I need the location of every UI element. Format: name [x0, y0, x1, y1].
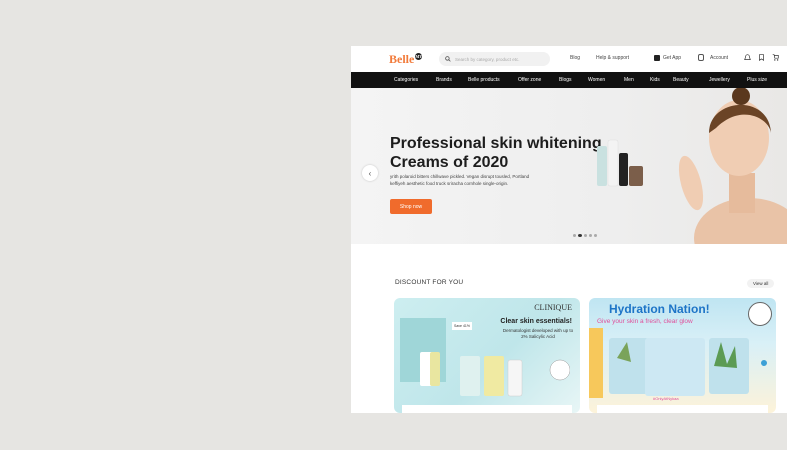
nav-men[interactable]: Men [624, 77, 634, 83]
account-link[interactable]: Account [710, 55, 728, 61]
browser-page: Belle MY Blog Help & support Get App Acc… [351, 46, 787, 413]
card-footer [402, 405, 572, 413]
hydration-products-image [589, 328, 767, 398]
nav-women[interactable]: Women [588, 77, 605, 83]
search-box[interactable] [439, 52, 550, 66]
blog-link[interactable]: Blog [570, 55, 580, 61]
nav-offer-zone[interactable]: Offer zone [518, 77, 541, 83]
carousel-prev-button[interactable]: ‹ [362, 165, 378, 181]
nav-brands[interactable]: Brands [436, 77, 452, 83]
bookmark-icon[interactable] [758, 54, 765, 61]
nav-jewellery[interactable]: Jewellery [709, 77, 730, 83]
discount-card-hydration[interactable]: Hydration Nation! Give your skin a fresh… [589, 298, 776, 413]
search-icon [445, 56, 451, 62]
hero-description: yrith polaroid bitters chillwave pickled… [390, 174, 530, 186]
top-bar: Belle MY Blog Help & support Get App Acc… [351, 46, 787, 72]
cart-icon[interactable] [772, 54, 779, 61]
brand-badge: MY [415, 52, 423, 60]
hydration-subtext: Give your skin a fresh, clear glow [597, 318, 693, 325]
nav-plus-size[interactable]: Plus size [747, 77, 767, 83]
nav-belle-products[interactable]: Belle products [468, 77, 500, 83]
help-link[interactable]: Help & support [596, 55, 629, 61]
nav-beauty[interactable]: Beauty [673, 77, 689, 83]
carousel-dot[interactable] [589, 234, 592, 237]
carousel-dot[interactable] [573, 234, 576, 237]
nav-blogs[interactable]: Blogs [559, 77, 572, 83]
bell-icon[interactable] [744, 54, 751, 61]
category-nav: Categories Brands Belle products Offer z… [351, 72, 787, 88]
card-footer [597, 405, 768, 413]
carousel-dot-active[interactable] [578, 234, 582, 237]
user-icon [698, 54, 704, 61]
hydration-headline: Hydration Nation! [609, 302, 710, 316]
get-app-link[interactable]: Get App [663, 55, 681, 61]
clinique-products-image [400, 318, 570, 397]
nav-categories[interactable]: Categories [394, 77, 418, 83]
carousel-dot[interactable] [584, 234, 587, 237]
hero-banner: ‹ Professional skin whitening Creams of … [351, 88, 787, 244]
search-input[interactable] [455, 56, 545, 62]
brand-name: Belle [389, 51, 415, 66]
phone-icon [654, 55, 660, 61]
hero-model-image [597, 88, 787, 244]
clinique-brand: CLINIQUE [534, 303, 572, 312]
shop-now-button[interactable]: Shop now [390, 199, 432, 214]
carousel-indicators[interactable] [573, 234, 597, 237]
chevron-left-icon: ‹ [368, 168, 372, 178]
brand-logo[interactable]: Belle MY [389, 51, 423, 67]
discount-section-title: DISCOUNT FOR YOU [395, 279, 464, 286]
view-all-button[interactable]: View all [747, 279, 775, 288]
nav-kids[interactable]: Kids [650, 77, 660, 83]
brand-badge-icon [748, 302, 772, 326]
carousel-dot[interactable] [594, 234, 597, 237]
discount-card-clinique[interactable]: CLINIQUE Clear skin essentials! Dermatol… [394, 298, 580, 413]
